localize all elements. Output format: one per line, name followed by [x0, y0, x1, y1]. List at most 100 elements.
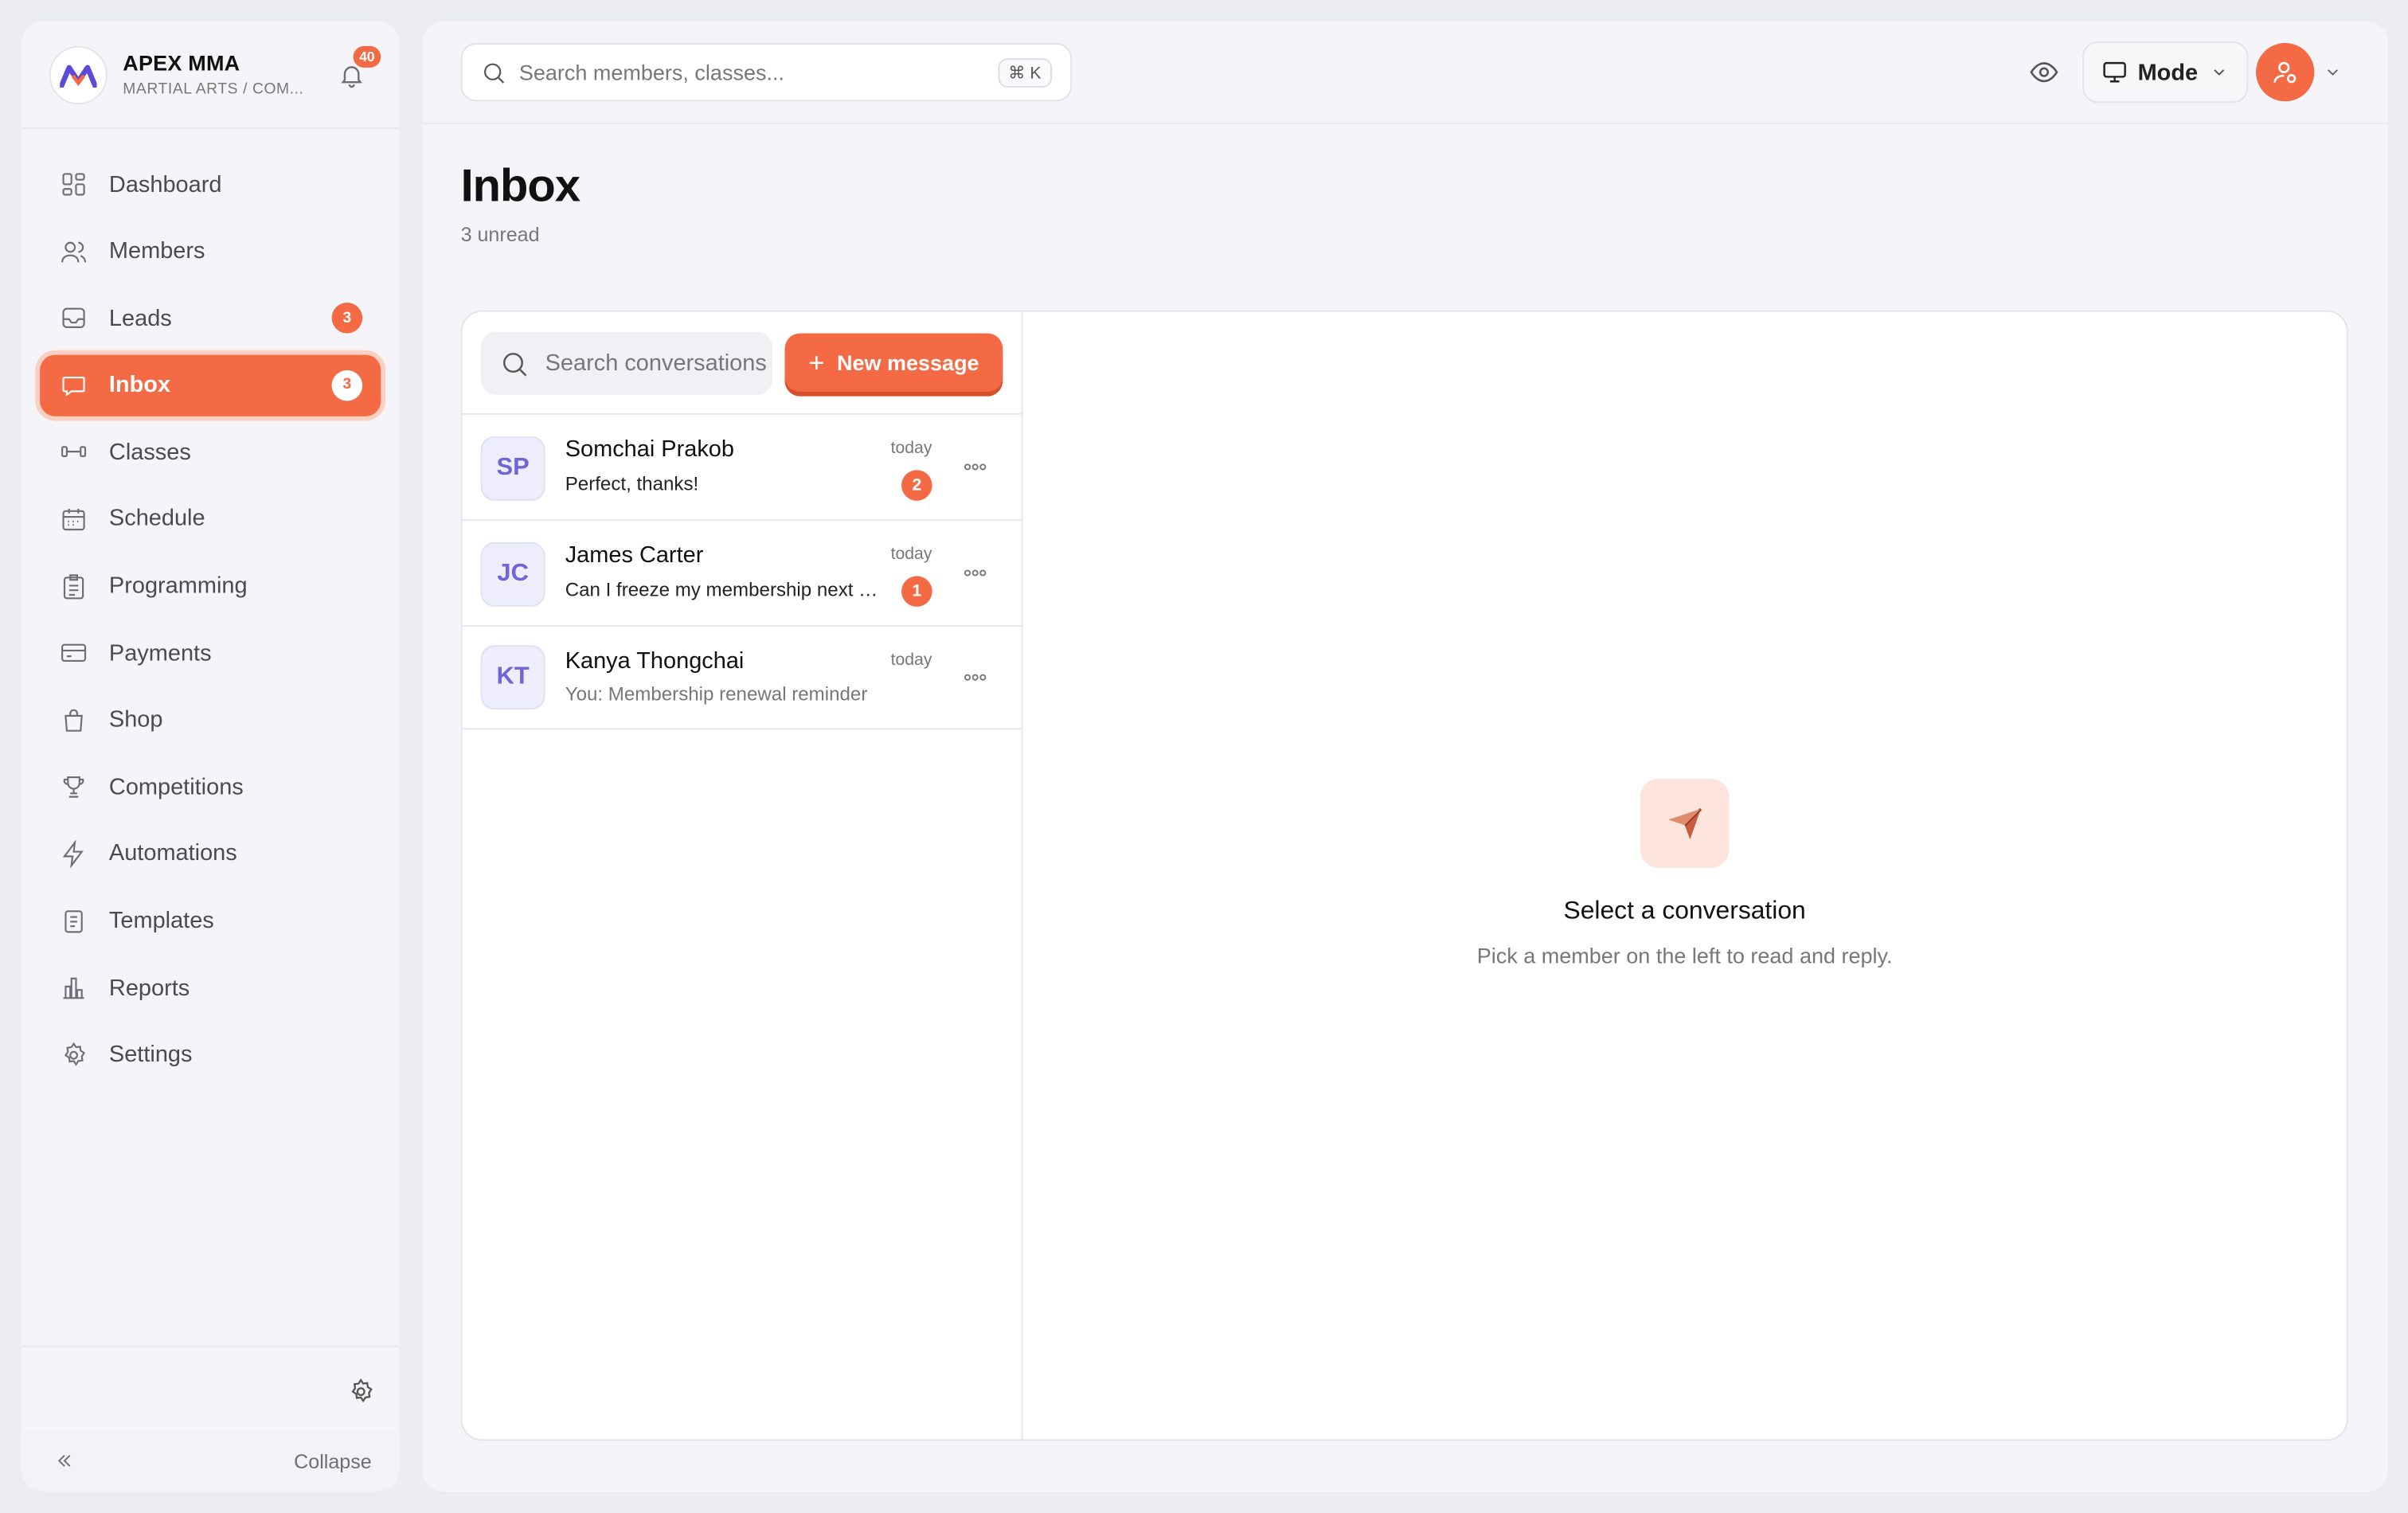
global-search-input[interactable]: Search members, classes... ⌘ K — [460, 43, 1073, 102]
page-title: Inbox — [460, 161, 580, 213]
page-subtitle: 3 unread — [460, 222, 540, 246]
sidebar-item-leads[interactable]: Leads 3 — [40, 287, 381, 349]
conversation-name: Somchai Prakob — [565, 436, 734, 463]
empty-state-title: Select a conversation — [1563, 897, 1806, 925]
monitor-icon — [2103, 61, 2126, 83]
search-icon — [503, 352, 527, 376]
conversation-search-input[interactable]: Search conversations — [480, 331, 773, 395]
sidebar-item-label: Inbox — [108, 372, 171, 399]
calendar-icon — [58, 504, 89, 535]
sidebar-item-label: Members — [108, 238, 205, 264]
inbox-card: Search conversations + New message SP So… — [460, 310, 2348, 1441]
user-avatar-button[interactable] — [2256, 43, 2315, 102]
conversation-list-header: Search conversations + New message — [462, 312, 1022, 415]
sidebar-item-schedule[interactable]: Schedule — [40, 488, 381, 549]
conversation-preview: Perfect, thanks! — [565, 473, 699, 495]
trophy-icon — [58, 772, 89, 803]
plus-icon: + — [808, 346, 825, 378]
chevrons-left-icon — [57, 1454, 71, 1467]
brand-header: APEX MMA MARTIAL ARTS / COM... 40 — [21, 22, 400, 130]
avatar: SP — [480, 436, 545, 501]
send-icon — [1668, 807, 1702, 840]
sidebar-item-automations[interactable]: Automations — [40, 823, 381, 885]
sidebar-item-reports[interactable]: Reports — [40, 957, 381, 1018]
conversation-time: today — [890, 439, 932, 458]
more-options-icon[interactable] — [963, 670, 987, 685]
inbox-icon — [58, 369, 89, 401]
chevron-down-icon — [2214, 69, 2225, 76]
leads-icon — [58, 303, 89, 334]
document-icon — [58, 905, 89, 936]
new-message-label: New message — [836, 350, 979, 375]
sidebar-item-label: Shop — [108, 706, 163, 733]
chart-icon — [58, 972, 89, 1003]
more-options-icon[interactable] — [963, 565, 987, 581]
unread-badge: 1 — [901, 576, 932, 607]
empty-state-icon — [1640, 778, 1730, 868]
conversation-list-pane: Search conversations + New message SP So… — [462, 311, 1023, 1440]
sidebar: APEX MMA MARTIAL ARTS / COM... 40 Dashbo… — [21, 22, 400, 1491]
inbox-badge: 3 — [331, 369, 363, 401]
notification-badge: 40 — [353, 45, 381, 68]
conversation-preview: Can I freeze my membership next month? — [565, 579, 885, 601]
collapse-label: Collapse — [294, 1448, 372, 1472]
empty-state-subtitle: Pick a member on the left to read and re… — [1476, 943, 1893, 968]
sidebar-item-members[interactable]: Members — [40, 221, 381, 282]
sidebar-item-label: Competitions — [108, 773, 244, 800]
mode-label: Mode — [2137, 59, 2199, 86]
eye-icon[interactable] — [2029, 57, 2060, 88]
sidebar-item-templates[interactable]: Templates — [40, 890, 381, 952]
sidebar-item-competitions[interactable]: Competitions — [40, 756, 381, 818]
sidebar-item-classes[interactable]: Classes — [40, 421, 381, 483]
sidebar-item-inbox[interactable]: Inbox 3 — [40, 354, 381, 416]
sidebar-footer: Collapse — [21, 1345, 400, 1491]
app-root: APEX MMA MARTIAL ARTS / COM... 40 Dashbo… — [0, 0, 2408, 1513]
conversation-name: Kanya Thongchai — [565, 648, 745, 674]
brand-logo[interactable] — [49, 45, 108, 104]
sidebar-item-dashboard[interactable]: Dashboard — [40, 154, 381, 215]
brand-subtitle: MARTIAL ARTS / COM... — [123, 81, 304, 99]
sidebar-item-settings[interactable]: Settings — [40, 1024, 381, 1085]
unread-badge: 2 — [901, 470, 932, 501]
mode-dropdown[interactable]: Mode — [2082, 41, 2249, 104]
avatar: KT — [480, 645, 545, 710]
collapse-button[interactable]: Collapse — [21, 1429, 400, 1491]
sidebar-item-label: Dashboard — [108, 171, 222, 197]
sidebar-item-programming[interactable]: Programming — [40, 555, 381, 616]
gear-icon[interactable] — [347, 1378, 375, 1405]
search-placeholder: Search members, classes... — [518, 60, 784, 85]
brand-name: APEX MMA — [123, 50, 240, 76]
sidebar-item-label: Templates — [108, 908, 214, 934]
sidebar-item-label: Automations — [108, 840, 237, 867]
leads-badge: 3 — [331, 303, 363, 334]
conversation-time: today — [890, 651, 932, 670]
card-icon — [58, 638, 89, 669]
new-message-button[interactable]: + New message — [784, 333, 1003, 392]
dashboard-icon — [58, 169, 89, 200]
conversation-name: James Carter — [565, 541, 704, 569]
bolt-icon — [58, 839, 89, 870]
conversation-item[interactable]: JC James Carter Can I freeze my membersh… — [462, 521, 1022, 627]
members-icon — [58, 236, 89, 267]
clipboard-icon — [58, 571, 89, 602]
conversation-item[interactable]: SP Somchai Prakob Perfect, thanks! today… — [462, 415, 1022, 521]
search-icon — [484, 62, 505, 83]
sidebar-item-label: Schedule — [108, 506, 205, 533]
user-icon — [2273, 61, 2297, 84]
sidebar-nav: Dashboard Members Leads 3 Inbox 3 Classe… — [22, 129, 399, 1346]
sidebar-item-label: Leads — [108, 305, 172, 332]
conversation-time: today — [890, 545, 932, 564]
dumbbell-icon — [58, 437, 89, 468]
main-panel: Search members, classes... ⌘ K Mode Inbo… — [422, 22, 2388, 1491]
sidebar-item-shop[interactable]: Shop — [40, 690, 381, 751]
search-shortcut: ⌘ K — [997, 57, 1053, 87]
sidebar-item-label: Payments — [108, 639, 212, 667]
gear-icon — [58, 1039, 89, 1070]
sidebar-item-label: Programming — [108, 573, 248, 600]
conversation-item[interactable]: KT Kanya Thongchai You: Membership renew… — [462, 627, 1022, 730]
sidebar-item-payments[interactable]: Payments — [40, 623, 381, 684]
bag-icon — [58, 705, 89, 736]
sidebar-item-label: Settings — [108, 1042, 193, 1069]
more-options-icon[interactable] — [963, 459, 987, 475]
chevron-down-icon[interactable] — [2324, 63, 2342, 81]
